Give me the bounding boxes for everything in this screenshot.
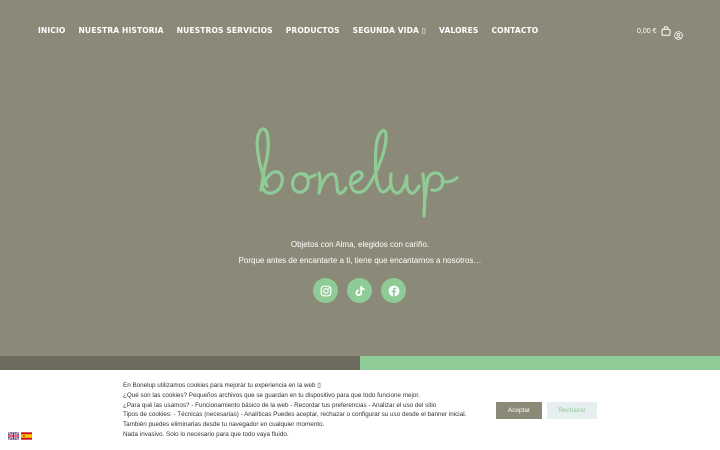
spain-flag-icon[interactable] [21, 432, 32, 440]
tiktok-link[interactable] [347, 278, 372, 303]
main-nav: INICIO NUESTRA HISTORIA NUESTROS SERVICI… [38, 26, 538, 35]
cookie-text: En Bonelup utilizamos cookies para mejor… [123, 381, 493, 440]
hero-subtagline: Porque antes de encantarte a ti, tiene q… [238, 256, 482, 265]
cookie-banner: En Bonelup utilizamos cookies para mejor… [0, 370, 720, 450]
cart-button[interactable]: 0,00 € [637, 26, 671, 36]
nav-item-contacto[interactable]: CONTACTO [491, 26, 538, 35]
nav-item-segunda-vida[interactable]: SEGUNDA VIDA ▯ [353, 26, 426, 35]
uk-flag-icon[interactable] [8, 432, 19, 440]
bonelup-logo[interactable] [245, 118, 477, 218]
tiktok-icon [355, 285, 365, 296]
nav-item-nuestra-historia[interactable]: NUESTRA HISTORIA [78, 26, 163, 35]
nav-item-productos[interactable]: PRODUCTOS [286, 26, 340, 35]
nav-item-inicio[interactable]: INICIO [38, 26, 65, 35]
logo-script [255, 127, 459, 218]
user-icon [674, 31, 683, 40]
facebook-icon [388, 285, 399, 296]
cart-amount: 0,00 € [637, 27, 657, 35]
account-button[interactable] [674, 27, 683, 45]
shopping-bag-icon [661, 26, 671, 36]
social-links [313, 278, 406, 303]
reject-cookies-button[interactable]: Rechazar [547, 402, 597, 419]
cookie-line: ¿Qué son las cookies? Pequeños archivos … [123, 391, 420, 399]
cookie-line: También puedes eliminarlas desde tu nave… [123, 421, 325, 429]
cookie-line: En Bonelup utilizamos cookies para mejor… [123, 382, 321, 389]
cookie-line: ¿Para qué las usamos? - Funcionamiento b… [123, 401, 437, 409]
nav-item-valores[interactable]: VALORES [439, 26, 478, 35]
facebook-link[interactable] [381, 278, 406, 303]
instagram-link[interactable] [313, 278, 338, 303]
accept-cookies-button[interactable]: Aceptar [496, 402, 542, 419]
hero-tagline: Objetos con Alma, elegidos con cariño. [290, 240, 430, 249]
nav-item-nuestros-servicios[interactable]: NUESTROS SERVICIOS [177, 26, 273, 35]
cookie-line: Tipos de cookies: - Técnicas (necesarias… [123, 411, 467, 419]
instagram-icon [320, 285, 331, 296]
language-switcher [8, 432, 32, 440]
cookie-line: Nada invasivo. Solo lo necesario para qu… [123, 430, 289, 438]
